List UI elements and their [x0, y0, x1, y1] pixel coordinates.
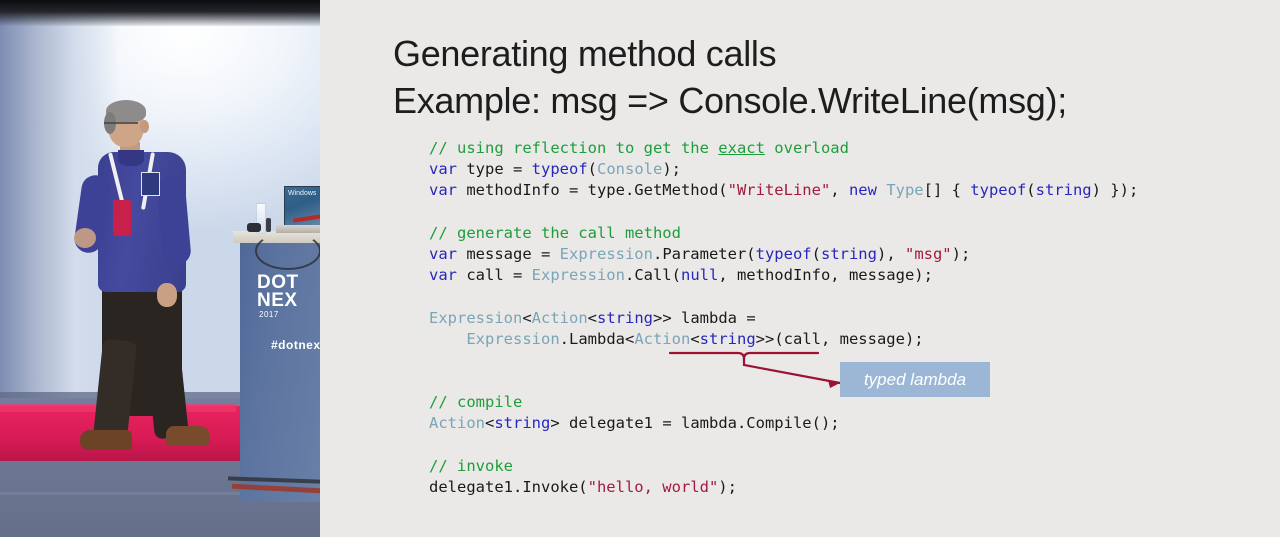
- code-token: [] {: [923, 181, 971, 200]
- code-token: string: [597, 308, 654, 327]
- speaker-hand-left: [74, 228, 96, 248]
- code-token: Console: [597, 160, 663, 179]
- code-token: Type: [886, 181, 924, 200]
- typed-lambda-callout: typed lambda: [840, 362, 990, 397]
- code-token: (: [811, 244, 821, 263]
- code-token: "WriteLine": [727, 181, 831, 200]
- code-line: Action<string> delegate1 = lambda.Compil…: [429, 413, 1138, 434]
- code-token: // generate the call method: [429, 223, 681, 242]
- code-token: Action: [429, 414, 485, 433]
- code-token: (: [587, 160, 597, 179]
- slide-title-line2: Example: msg => Console.WriteLine(msg);: [393, 80, 1067, 121]
- speaker-shirt-logo: [141, 172, 160, 196]
- code-token: typeof: [755, 244, 812, 263]
- laptop-base: [276, 225, 320, 233]
- code-token: Action: [531, 308, 588, 327]
- code-token: <: [485, 414, 495, 433]
- code-token: ) });: [1091, 181, 1139, 200]
- code-line: Expression<Action<string>> lambda =: [429, 308, 1138, 329]
- code-token: .Call(: [624, 266, 681, 285]
- code-token: );: [718, 478, 737, 496]
- code-block: // using reflection to get the exact ove…: [429, 138, 1138, 498]
- speaker-badge: [113, 200, 131, 236]
- podium-cable: [255, 232, 320, 270]
- code-line: var methodInfo = type.GetMethod("WriteLi…: [429, 180, 1138, 201]
- code-token: "msg": [904, 244, 952, 263]
- code-token: "hello, world": [587, 478, 719, 496]
- code-token: var: [429, 181, 457, 200]
- code-line: // using reflection to get the exact ove…: [429, 138, 1138, 159]
- typed-lambda-callout-label: typed lambda: [863, 369, 967, 389]
- code-token: var: [429, 244, 457, 263]
- code-token: message =: [457, 244, 560, 263]
- code-token: delegate1.Invoke(: [429, 478, 588, 496]
- speaker-video-panel: DOT NEX 2017 #dotnex Windows: [0, 0, 320, 537]
- speaker-glasses: [104, 122, 138, 124]
- ceiling-band: [0, 0, 320, 26]
- code-token: var: [429, 266, 457, 285]
- code-token: var: [429, 160, 457, 179]
- laptop-os-label: Windows: [288, 190, 317, 197]
- code-token: ,: [830, 181, 849, 200]
- code-token: call =: [457, 266, 532, 285]
- code-token: Expression: [466, 329, 560, 348]
- code-token: .Lambda<: [559, 329, 635, 348]
- code-line: delegate1.Invoke("hello, world");: [429, 477, 1138, 498]
- code-token: string: [820, 244, 877, 263]
- code-token: > delegate1 = lambda.Compile();: [550, 414, 840, 433]
- speaker-shoe-left: [80, 430, 132, 450]
- code-token: null: [680, 266, 719, 285]
- podium-brand-line2: NEX: [257, 290, 298, 311]
- podium-device: [247, 223, 261, 232]
- code-token: methodInfo = type.GetMethod(: [457, 181, 728, 200]
- code-line: var type = typeof(Console);: [429, 159, 1138, 180]
- presentation-screen: DOT NEX 2017 #dotnex Windows Generating …: [0, 0, 1280, 537]
- code-token: Expression: [429, 308, 523, 327]
- code-token: type =: [457, 160, 532, 179]
- code-token: // invoke: [429, 456, 513, 475]
- slide-area: Generating method calls Example: msg => …: [320, 0, 1280, 537]
- code-line: var message = Expression.Parameter(typeo…: [429, 244, 1138, 265]
- speaker-hand-right: [157, 283, 177, 307]
- code-token: typeof: [970, 181, 1027, 200]
- podium-remote: [266, 218, 271, 232]
- code-token: ),: [876, 244, 905, 263]
- slide-title: Generating method calls Example: msg => …: [393, 30, 1253, 124]
- code-token: , methodInfo, message);: [718, 266, 933, 285]
- code-line: // invoke: [429, 456, 1138, 477]
- code-token: exact: [718, 139, 765, 157]
- code-line: // generate the call method: [429, 223, 1138, 244]
- podium-year: 2017: [259, 310, 279, 319]
- code-token: <: [587, 308, 598, 327]
- code-token: string: [1035, 181, 1092, 200]
- code-line: var call = Expression.Call(null, methodI…: [429, 265, 1138, 286]
- code-token: .Parameter(: [652, 244, 756, 263]
- code-token: );: [951, 244, 971, 263]
- speaker-ear: [140, 120, 149, 133]
- slide-title-line1: Generating method calls: [393, 33, 777, 74]
- speaker-collar: [118, 150, 144, 166]
- code-token: new: [848, 181, 877, 200]
- code-token: >> lambda =: [653, 308, 756, 327]
- podium-hashtag: #dotnex: [271, 338, 320, 352]
- code-token: // compile: [429, 393, 523, 412]
- code-token: typeof: [531, 160, 588, 179]
- speaker-shoe-right: [166, 426, 210, 446]
- code-token: Expression: [559, 244, 653, 263]
- code-token: );: [662, 160, 681, 179]
- code-token: (: [1026, 181, 1036, 200]
- code-token: Expression: [531, 266, 625, 285]
- code-token: // using reflection to get the: [429, 139, 719, 157]
- code-token: overload: [764, 139, 849, 157]
- code-token: <: [522, 308, 532, 327]
- code-token: string: [494, 414, 551, 433]
